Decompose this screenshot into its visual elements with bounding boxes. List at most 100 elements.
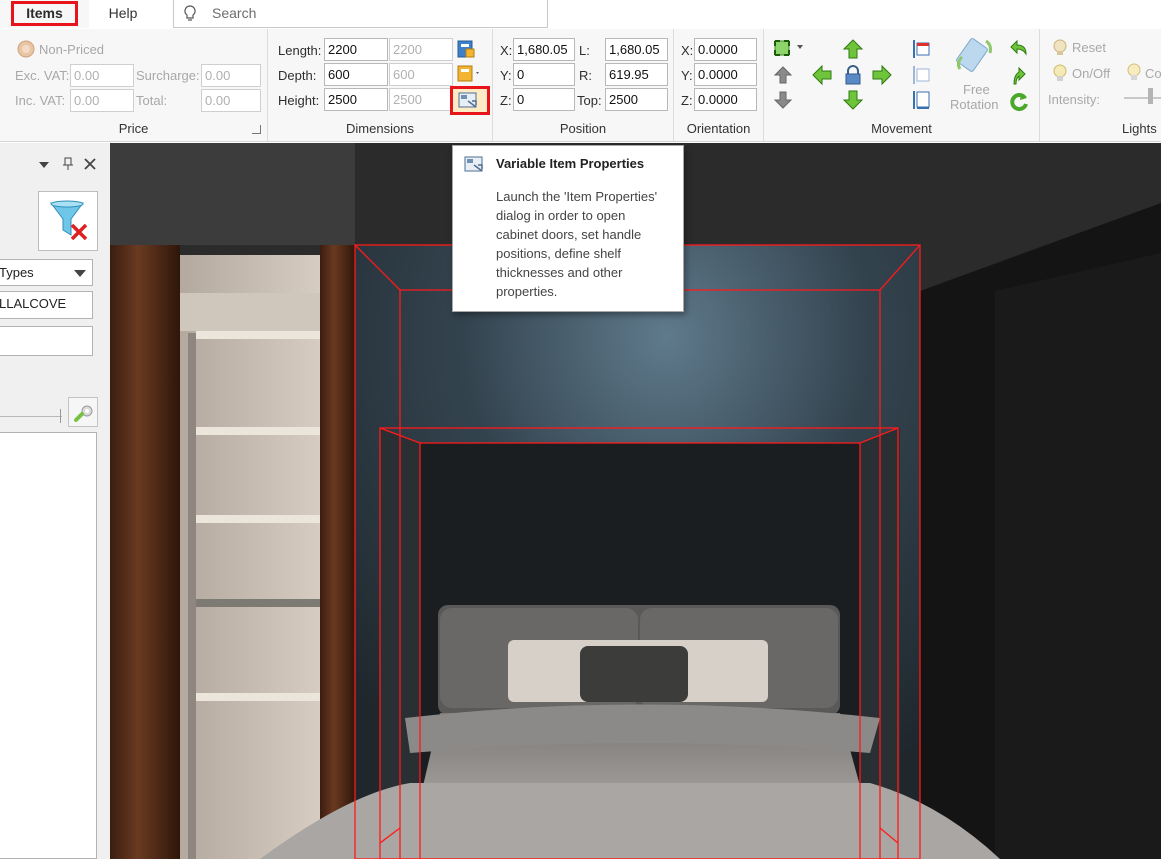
shelf-3 — [196, 515, 320, 523]
shelf-2 — [196, 427, 320, 435]
height-field[interactable]: 2500 — [324, 88, 388, 111]
clear-filter-button[interactable] — [38, 191, 98, 251]
light-color-label[interactable]: Co — [1145, 66, 1161, 81]
tooltip-line: dialog in order to open — [496, 208, 626, 223]
tab-items-label: Items — [11, 1, 78, 26]
non-priced-label[interactable]: Non-Priced — [39, 42, 104, 57]
position-top-label: Top: — [577, 93, 602, 108]
position-z-field[interactable]: 0 — [513, 88, 575, 111]
group-position-title: Position — [559, 121, 607, 136]
free-rotation-label-line2: Rotation — [950, 97, 999, 112]
right-wall-front — [995, 253, 1161, 859]
item-properties-icon[interactable] — [456, 39, 476, 59]
reset-light-label[interactable]: Reset — [1072, 40, 1106, 55]
position-y-label: Y: — [500, 68, 512, 83]
types-dropdown[interactable]: Types — [0, 259, 93, 286]
group-lights-title: Lights — [1122, 121, 1157, 136]
tab-items[interactable]: Items — [0, 0, 89, 28]
cushion-dark — [580, 646, 688, 702]
orientation-y-field[interactable]: 0.0000 — [694, 63, 757, 86]
orientation-z-field[interactable]: 0.0000 — [694, 88, 757, 111]
align-bottom-icon[interactable] — [910, 89, 932, 111]
surcharge-label: Surcharge: — [136, 68, 200, 83]
position-y-field[interactable]: 0 — [513, 63, 575, 86]
depth-field[interactable]: 600 — [324, 63, 388, 86]
move-back-arrow-icon[interactable] — [842, 38, 864, 60]
item-style-icon[interactable] — [456, 64, 482, 84]
orientation-y-label: Y: — [681, 68, 693, 83]
total-field[interactable]: 0.00 — [201, 89, 261, 112]
tab-help[interactable]: Help — [95, 0, 151, 28]
close-icon[interactable] — [84, 158, 96, 170]
orientation-x-field[interactable]: 0.0000 — [694, 38, 757, 61]
on-off-label[interactable]: On/Off — [1072, 66, 1110, 81]
total-label: Total: — [136, 93, 168, 108]
exc-vat-field[interactable]: 0.00 — [70, 64, 134, 87]
tooltip-line: Launch the 'Item Properties' — [496, 189, 658, 204]
tooltip-line: thicknesses and other — [496, 265, 623, 280]
shelf-4 — [196, 599, 320, 607]
orientation-z-label: Z: — [681, 93, 693, 108]
catalog-item-list[interactable] — [0, 432, 97, 859]
move-right-arrow-icon[interactable] — [871, 64, 893, 86]
length-label: Length: — [278, 43, 322, 58]
group-dimensions-title: Dimensions — [346, 121, 414, 136]
position-l-field[interactable]: 1,680.05 — [605, 38, 668, 61]
panel-header — [0, 143, 110, 185]
variable-item-properties-icon — [458, 92, 477, 108]
length-field[interactable]: 2200 — [324, 38, 388, 61]
free-rotation-label-line1: Free — [963, 82, 990, 97]
shelf-divider — [188, 333, 196, 859]
shelf-5 — [196, 693, 320, 701]
group-orientation: X: 0.0000 Y: 0.0000 Z: 0.0000 Orientatio… — [674, 29, 764, 141]
coins-icon — [17, 40, 35, 58]
reset-light-icon[interactable] — [1050, 37, 1070, 57]
position-x-field[interactable]: 1,680.05 — [513, 38, 575, 61]
price-dialog-launcher-icon[interactable] — [252, 125, 261, 134]
shelf-1 — [196, 331, 320, 339]
light-bulb-icon[interactable] — [1050, 63, 1070, 83]
align-top-icon[interactable] — [910, 38, 932, 60]
pin-icon[interactable] — [62, 157, 74, 171]
intensity-label: Intensity: — [1048, 92, 1101, 107]
depth-default-field: 600 — [389, 63, 453, 86]
tooltip-title: Variable Item Properties — [496, 156, 645, 171]
move-down-grey-icon[interactable] — [773, 90, 793, 110]
inc-vat-field[interactable]: 0.00 — [70, 89, 134, 112]
rotate-around-icon[interactable] — [1008, 90, 1030, 112]
ribbon: Non-Priced Exc. VAT: 0.00 Inc. VAT: 0.00… — [0, 29, 1161, 142]
zoom-slider-track[interactable] — [0, 416, 62, 417]
rotate-up-icon[interactable] — [1008, 64, 1030, 86]
panel-menu-dropdown-icon[interactable] — [38, 161, 50, 169]
wardrobe-side-panel — [320, 245, 355, 859]
surcharge-field[interactable]: 0.00 — [201, 64, 261, 87]
link-items-button[interactable] — [68, 397, 98, 427]
rotate-left-icon[interactable] — [1008, 38, 1030, 60]
tooltip-line: properties. — [496, 284, 558, 299]
group-position: X: 1,680.05 Y: 0 Z: 0 L: 1,680.05 R: 619… — [493, 29, 674, 141]
move-left-arrow-icon[interactable] — [811, 64, 833, 86]
lock-icon[interactable] — [842, 64, 864, 86]
tooltip: Variable Item Properties Launch the 'Ite… — [452, 145, 684, 312]
search-box[interactable]: Search — [173, 0, 548, 28]
item-code-field[interactable]: LLALCOVE — [0, 291, 93, 319]
length-default-field: 2200 — [389, 38, 453, 61]
wardrobe-door-frame — [110, 245, 180, 859]
fit-to-space-icon[interactable] — [772, 38, 806, 58]
ceiling-left-slope — [110, 143, 355, 245]
tooltip-line: cabinet doors, set handle — [496, 227, 642, 242]
light-color-icon[interactable] — [1124, 62, 1144, 82]
intensity-slider[interactable] — [1124, 97, 1161, 99]
position-top-field[interactable]: 2500 — [605, 88, 668, 111]
move-forward-arrow-icon[interactable] — [842, 89, 864, 111]
zoom-slider-thumb[interactable] — [60, 409, 61, 423]
description-field[interactable] — [0, 326, 93, 356]
types-dropdown-value: Types — [0, 265, 34, 280]
position-r-field[interactable]: 619.95 — [605, 63, 668, 86]
align-middle-icon[interactable] — [910, 64, 932, 86]
lightbulb-icon — [184, 5, 196, 21]
move-up-grey-icon[interactable] — [773, 65, 793, 85]
intensity-slider-thumb[interactable] — [1148, 88, 1153, 104]
variable-item-properties-button[interactable] — [450, 86, 490, 115]
free-rotation-icon[interactable] — [954, 35, 998, 77]
